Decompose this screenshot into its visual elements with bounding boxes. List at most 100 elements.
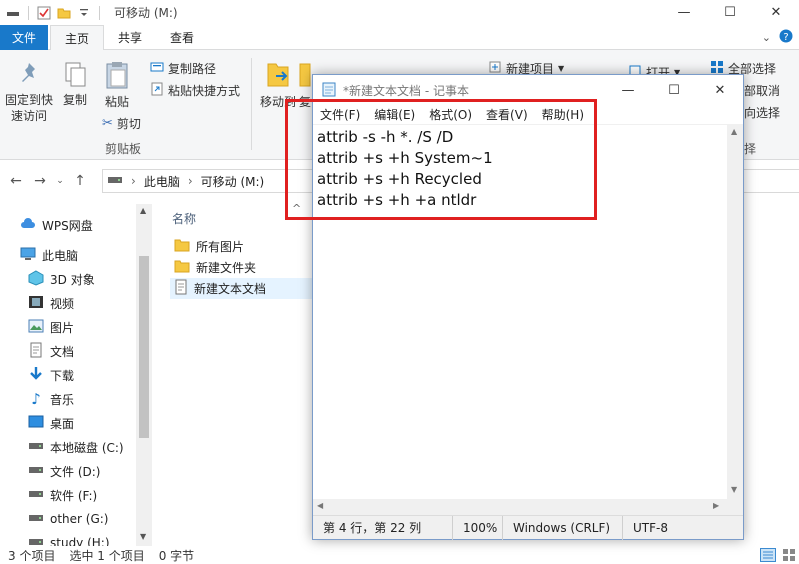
scroll-up-icon[interactable]: ▲ bbox=[731, 127, 737, 136]
nav-item-label: 此电脑 bbox=[42, 248, 79, 263]
notepad-titlebar[interactable]: *新建文本文档 - 记事本 — ☐ ✕ bbox=[313, 75, 743, 105]
file-name: 新建文件夹 bbox=[196, 261, 257, 275]
close-button[interactable]: ✕ bbox=[753, 0, 799, 25]
nav-item-music[interactable]: ♪ 音乐 bbox=[28, 388, 74, 410]
menu-view[interactable]: 查看(V) bbox=[479, 106, 535, 123]
nav-item-downloads[interactable]: 下载 bbox=[28, 364, 74, 386]
up-button[interactable]: ↑ bbox=[68, 169, 92, 193]
sort-up-icon[interactable]: ^ bbox=[292, 202, 301, 215]
tab-share[interactable]: 共享 bbox=[104, 25, 156, 50]
select-group-label: 择 bbox=[744, 142, 757, 156]
copy-path-button[interactable]: 复制路径 bbox=[150, 58, 216, 78]
chevron-down-icon[interactable]: ⌄ bbox=[762, 31, 771, 44]
copy-to-button[interactable]: 复 bbox=[298, 60, 312, 110]
notepad-horizontal-scrollbar[interactable]: ◀ ▶ bbox=[313, 499, 727, 515]
nav-scrollbar[interactable]: ▲ ▼ bbox=[136, 204, 152, 546]
breadcrumb-current[interactable]: 可移动 (M:) bbox=[201, 173, 265, 190]
new-folder-icon[interactable] bbox=[57, 6, 71, 20]
nav-item-wps[interactable]: WPS网盘 bbox=[20, 214, 93, 236]
scroll-left-icon[interactable]: ◀ bbox=[317, 501, 323, 510]
menu-help[interactable]: 帮助(H) bbox=[535, 106, 591, 123]
menu-format[interactable]: 格式(O) bbox=[422, 106, 479, 123]
nav-item-desktop[interactable]: 桌面 bbox=[28, 412, 74, 434]
nav-scroll-thumb[interactable] bbox=[139, 256, 149, 438]
nav-item-drive-c[interactable]: 本地磁盘 (C:) bbox=[28, 436, 124, 458]
back-button[interactable]: ← bbox=[4, 169, 28, 193]
notepad-maximize-button[interactable]: ☐ bbox=[651, 75, 697, 105]
forward-button[interactable]: → bbox=[28, 169, 52, 193]
nav-item-pictures[interactable]: 图片 bbox=[28, 316, 74, 338]
nav-item-3d-objects[interactable]: 3D 对象 bbox=[28, 268, 95, 290]
move-to-button[interactable]: 移动到 bbox=[258, 60, 298, 110]
nav-item-label: 本地磁盘 (C:) bbox=[50, 440, 124, 455]
scroll-up-icon[interactable]: ▲ bbox=[140, 206, 146, 215]
copy-button[interactable]: 复制 bbox=[58, 60, 92, 108]
recent-locations-button[interactable]: ⌄ bbox=[52, 169, 68, 193]
drive-icon bbox=[28, 464, 44, 478]
copy-icon bbox=[61, 60, 89, 92]
scroll-down-icon[interactable]: ▼ bbox=[140, 532, 146, 541]
folder-icon bbox=[174, 238, 190, 255]
file-item-text-selected[interactable]: 新建文本文档 bbox=[170, 278, 320, 299]
cube-icon bbox=[28, 269, 44, 289]
menu-file[interactable]: 文件(F) bbox=[313, 106, 367, 123]
drive-icon bbox=[28, 440, 44, 454]
notepad-close-button[interactable]: ✕ bbox=[697, 75, 743, 105]
notepad-text-area[interactable]: attrib -s -h *. /S /D attrib +s +h Syste… bbox=[313, 125, 727, 515]
nav-item-label: study (H:) bbox=[50, 536, 110, 546]
nav-item-label: 文件 (D:) bbox=[50, 464, 101, 479]
cut-label: 剪切 bbox=[116, 116, 141, 131]
notepad-minimize-button[interactable]: — bbox=[605, 75, 651, 105]
drive-icon bbox=[28, 488, 44, 502]
nav-item-drive-f[interactable]: 软件 (F:) bbox=[28, 484, 97, 506]
tab-home[interactable]: 主页 bbox=[50, 25, 105, 51]
column-header-name[interactable]: 名称 bbox=[172, 210, 196, 227]
customize-toolbar-icon[interactable] bbox=[77, 6, 91, 20]
file-item-folder[interactable]: 新建文件夹 bbox=[170, 257, 320, 278]
properties-icon[interactable] bbox=[37, 6, 51, 20]
large-icons-view-icon[interactable] bbox=[782, 548, 796, 564]
nav-item-label: 文档 bbox=[50, 344, 75, 359]
tab-view[interactable]: 查看 bbox=[156, 25, 208, 50]
download-icon bbox=[28, 366, 44, 385]
desktop-icon bbox=[28, 415, 44, 432]
nav-item-documents[interactable]: 文档 bbox=[28, 340, 74, 362]
paste-button[interactable]: 粘贴 bbox=[100, 60, 134, 110]
menu-edit[interactable]: 编辑(E) bbox=[367, 106, 422, 123]
minimize-button[interactable]: — bbox=[661, 0, 707, 25]
scroll-down-icon[interactable]: ▼ bbox=[731, 485, 737, 494]
text-line: attrib -s -h *. /S /D bbox=[317, 128, 454, 146]
invert-selection-label: 向选择 bbox=[744, 105, 781, 120]
nav-item-drive-h[interactable]: study (H:) bbox=[28, 532, 110, 546]
scroll-right-icon[interactable]: ▶ bbox=[713, 501, 719, 510]
paste-label: 粘贴 bbox=[104, 95, 129, 109]
pin-quick-access-button[interactable]: 固定到快 速访问 bbox=[4, 60, 54, 124]
encoding: UTF-8 bbox=[633, 520, 668, 535]
maximize-button[interactable]: ☐ bbox=[707, 0, 753, 25]
navigation-pane: WPS网盘 此电脑 3D 对象 视频 图片 文档 下载 ♪ 音乐 桌面 本地磁盘… bbox=[0, 204, 152, 546]
nav-item-videos[interactable]: 视频 bbox=[28, 292, 74, 314]
paste-shortcut-button[interactable]: 粘贴快捷方式 bbox=[150, 80, 240, 100]
chevron-down-icon: ⌄ bbox=[56, 176, 64, 186]
select-none-button[interactable]: 部取消 bbox=[744, 80, 780, 100]
cloud-icon bbox=[20, 217, 36, 234]
item-count: 3 个项目 bbox=[8, 548, 56, 563]
cursor-position: 第 4 行，第 22 列 bbox=[313, 515, 453, 540]
help-icon[interactable]: ? bbox=[779, 29, 793, 46]
tab-file[interactable]: 文件 bbox=[0, 25, 49, 50]
nav-item-label: WPS网盘 bbox=[42, 218, 93, 233]
notepad-vertical-scrollbar[interactable]: ▲ ▼ bbox=[727, 125, 743, 499]
file-item-folder[interactable]: 所有图片 bbox=[170, 236, 320, 257]
breadcrumb-separator-icon[interactable]: › bbox=[188, 174, 193, 188]
scrollbar-corner bbox=[727, 499, 743, 515]
nav-item-drive-d[interactable]: 文件 (D:) bbox=[28, 460, 100, 482]
cut-button[interactable]: ✂ 剪切 bbox=[102, 113, 141, 133]
nav-item-this-pc[interactable]: 此电脑 bbox=[20, 244, 78, 266]
invert-selection-button[interactable]: 向选择 bbox=[744, 102, 780, 122]
paste-shortcut-label: 粘贴快捷方式 bbox=[168, 83, 241, 98]
nav-item-drive-g[interactable]: other (G:) bbox=[28, 508, 109, 530]
window-menu-icon[interactable] bbox=[6, 6, 20, 20]
breadcrumb-separator-icon[interactable]: › bbox=[131, 174, 136, 188]
details-view-icon[interactable] bbox=[760, 548, 776, 564]
breadcrumb-this-pc[interactable]: 此电脑 bbox=[144, 173, 180, 190]
